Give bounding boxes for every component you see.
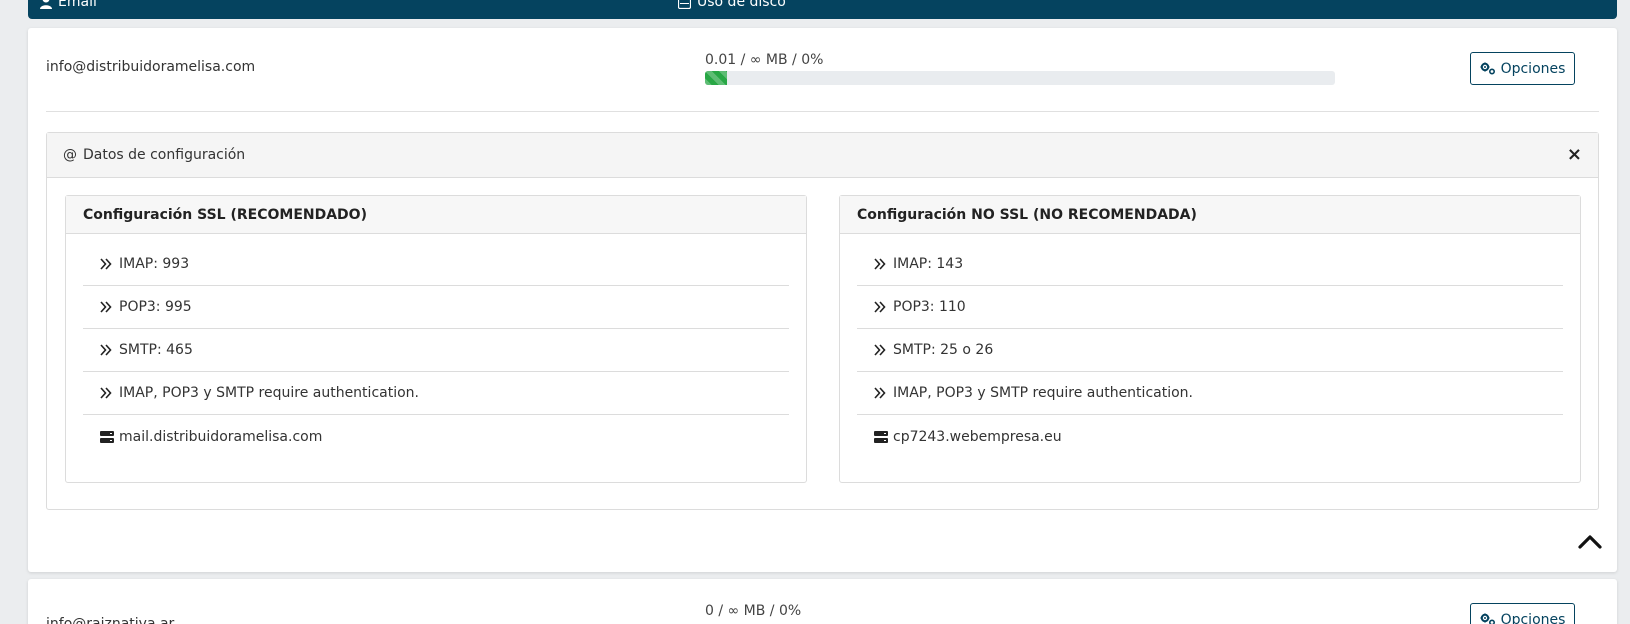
close-icon[interactable]: × bbox=[1567, 145, 1582, 165]
list-item: POP3: 110 bbox=[857, 286, 1563, 329]
list-item-text: IMAP, POP3 y SMTP require authentication… bbox=[119, 385, 419, 401]
nossl-config-list: IMAP: 143 POP3: 110 SMTP: 25 o 26 IMAP, … bbox=[857, 243, 1563, 458]
config-panel-title: Datos de configuración bbox=[83, 147, 246, 163]
double-chevron-right-icon bbox=[874, 387, 890, 399]
list-item-text: IMAP: 143 bbox=[893, 256, 964, 272]
chevron-up-icon[interactable] bbox=[1577, 532, 1603, 550]
gears-icon bbox=[1480, 613, 1495, 624]
list-item-text: IMAP, POP3 y SMTP require authentication… bbox=[893, 385, 1193, 401]
table-header: Email Uso de disco bbox=[28, 0, 1617, 19]
double-chevron-right-icon bbox=[100, 301, 116, 313]
gears-icon bbox=[1480, 62, 1495, 75]
nossl-config-title: Configuración NO SSL (NO RECOMENDADA) bbox=[840, 196, 1580, 234]
account-email: info@distribuidoramelisa.com bbox=[46, 59, 256, 75]
double-chevron-right-icon bbox=[100, 344, 116, 356]
options-button-label: Opciones bbox=[1500, 60, 1566, 77]
header-disk-label: Uso de disco bbox=[697, 0, 786, 10]
config-panel-header: @ Datos de configuración × bbox=[47, 133, 1598, 178]
ssl-config-list: IMAP: 993 POP3: 995 SMTP: 465 IMAP, POP3… bbox=[83, 243, 789, 458]
list-item: mail.distribuidoramelisa.com bbox=[83, 415, 789, 458]
server-hostname: mail.distribuidoramelisa.com bbox=[119, 428, 323, 445]
double-chevron-right-icon bbox=[100, 387, 116, 399]
user-icon bbox=[40, 0, 52, 9]
options-button-label: Opciones bbox=[1500, 611, 1566, 624]
ssl-config-title: Configuración SSL (RECOMENDADO) bbox=[66, 196, 806, 234]
server-icon bbox=[100, 430, 116, 443]
list-item: IMAP: 993 bbox=[83, 243, 789, 286]
header-email-label: Email bbox=[58, 0, 97, 10]
hard-drive-icon bbox=[678, 0, 691, 9]
list-item-text: SMTP: 25 o 26 bbox=[893, 342, 994, 358]
server-icon bbox=[874, 430, 890, 443]
list-item: cp7243.webempresa.eu bbox=[857, 415, 1563, 458]
list-item: SMTP: 25 o 26 bbox=[857, 329, 1563, 372]
account-email: info@raiznativa.ar bbox=[46, 616, 175, 624]
list-item-text: IMAP: 993 bbox=[119, 256, 190, 272]
disk-usage-text: 0.01 / ∞ MB / 0% bbox=[705, 52, 824, 68]
list-item: IMAP, POP3 y SMTP require authentication… bbox=[857, 372, 1563, 415]
disk-usage-progress-fill bbox=[705, 71, 727, 85]
server-hostname: cp7243.webempresa.eu bbox=[893, 428, 1062, 445]
options-button[interactable]: Opciones bbox=[1470, 52, 1575, 85]
list-item-text: SMTP: 465 bbox=[119, 342, 193, 358]
account-card: info@raiznativa.ar 0 / ∞ MB / 0% Opcione… bbox=[28, 579, 1617, 624]
divider bbox=[46, 111, 1599, 112]
list-item: IMAP, POP3 y SMTP require authentication… bbox=[83, 372, 789, 415]
header-disk-col: Uso de disco bbox=[678, 0, 786, 10]
double-chevron-right-icon bbox=[874, 258, 890, 270]
at-sign-icon: @ bbox=[63, 147, 77, 163]
list-item-text: POP3: 995 bbox=[119, 299, 192, 315]
list-item: POP3: 995 bbox=[83, 286, 789, 329]
list-item: IMAP: 143 bbox=[857, 243, 1563, 286]
ssl-config-card: Configuración SSL (RECOMENDADO) IMAP: 99… bbox=[65, 195, 807, 483]
options-button[interactable]: Opciones bbox=[1470, 603, 1575, 624]
double-chevron-right-icon bbox=[874, 344, 890, 356]
header-email-col: Email bbox=[40, 0, 97, 10]
account-card: info@distribuidoramelisa.com 0.01 / ∞ MB… bbox=[28, 28, 1617, 572]
double-chevron-right-icon bbox=[100, 258, 116, 270]
nossl-config-card: Configuración NO SSL (NO RECOMENDADA) IM… bbox=[839, 195, 1581, 483]
disk-usage-progress bbox=[705, 71, 1335, 85]
disk-usage-text: 0 / ∞ MB / 0% bbox=[705, 603, 802, 619]
config-panel: @ Datos de configuración × Configuración… bbox=[46, 132, 1599, 510]
list-item-text: POP3: 110 bbox=[893, 299, 966, 315]
double-chevron-right-icon bbox=[874, 301, 890, 313]
list-item: SMTP: 465 bbox=[83, 329, 789, 372]
